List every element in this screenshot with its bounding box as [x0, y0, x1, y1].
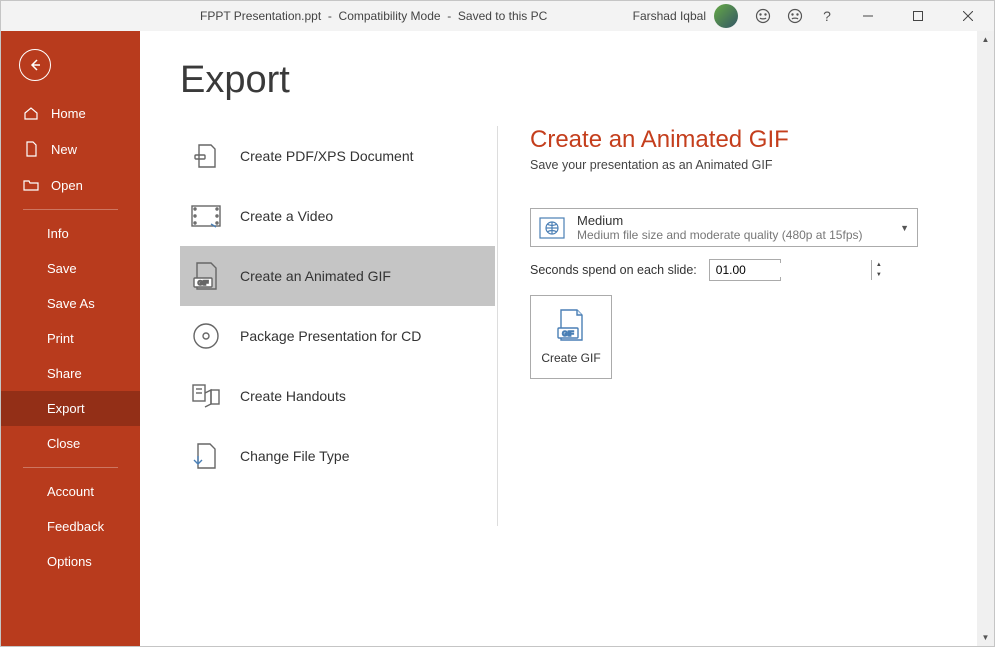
- divider: [23, 209, 118, 210]
- handouts-icon: [190, 380, 222, 412]
- sidebar-item-home[interactable]: Home: [1, 95, 140, 131]
- sidebar-item-label: Save As: [47, 296, 95, 311]
- scroll-up-button[interactable]: ▲: [977, 31, 994, 48]
- scroll-down-button[interactable]: ▼: [977, 629, 994, 646]
- sidebar-item-saveas[interactable]: Save As: [1, 286, 140, 321]
- help-icon[interactable]: ?: [814, 3, 840, 29]
- export-option-label: Package Presentation for CD: [240, 328, 421, 344]
- sidebar-item-label: Share: [47, 366, 82, 381]
- gif-icon: GIF: [190, 260, 222, 292]
- sidebar-item-label: Close: [47, 436, 80, 451]
- sidebar-item-close[interactable]: Close: [1, 426, 140, 461]
- sidebar-item-share[interactable]: Share: [1, 356, 140, 391]
- sidebar-item-label: Info: [47, 226, 69, 241]
- panel-subtitle: Save your presentation as an Animated GI…: [530, 158, 974, 172]
- backstage-sidebar: Home New Open Info Save Save As Print Sh…: [1, 31, 140, 646]
- seconds-stepper[interactable]: ▲ ▼: [709, 259, 781, 281]
- export-option-gif[interactable]: GIF Create an Animated GIF: [180, 246, 495, 306]
- export-option-filetype[interactable]: Change File Type: [180, 426, 495, 486]
- export-detail-panel: Create an Animated GIF Save your present…: [498, 126, 974, 526]
- export-option-label: Create an Animated GIF: [240, 268, 391, 284]
- export-option-pdf[interactable]: Create PDF/XPS Document: [180, 126, 495, 186]
- sidebar-item-export[interactable]: Export: [1, 391, 140, 426]
- sidebar-item-info[interactable]: Info: [1, 216, 140, 251]
- seconds-input[interactable]: [710, 263, 871, 277]
- spin-down-button[interactable]: ▼: [872, 270, 886, 280]
- spin-up-button[interactable]: ▲: [872, 260, 886, 270]
- frown-icon[interactable]: [782, 3, 808, 29]
- sidebar-item-account[interactable]: Account: [1, 474, 140, 509]
- minimize-button[interactable]: [846, 2, 890, 30]
- sidebar-item-label: Export: [47, 401, 85, 416]
- create-gif-button-label: Create GIF: [541, 351, 600, 365]
- video-icon: [190, 200, 222, 232]
- sidebar-item-label: Home: [51, 106, 86, 121]
- pdf-icon: [190, 140, 222, 172]
- quality-dropdown[interactable]: Medium Medium file size and moderate qua…: [530, 208, 918, 247]
- divider: [23, 467, 118, 468]
- sidebar-item-label: Print: [47, 331, 74, 346]
- maximize-button[interactable]: [896, 2, 940, 30]
- seconds-label: Seconds spend on each slide:: [530, 263, 697, 277]
- quality-icon: [537, 215, 567, 241]
- export-options-list: Create PDF/XPS Document Create a Video G…: [180, 126, 498, 526]
- page-title: Export: [180, 59, 974, 102]
- sidebar-item-feedback[interactable]: Feedback: [1, 509, 140, 544]
- sidebar-item-label: Account: [47, 484, 94, 499]
- svg-text:GIF: GIF: [562, 331, 574, 338]
- gif-file-icon: GIF: [557, 309, 585, 341]
- sidebar-item-options[interactable]: Options: [1, 544, 140, 579]
- sidebar-item-open[interactable]: Open: [1, 167, 140, 203]
- create-gif-button[interactable]: GIF Create GIF: [530, 295, 612, 379]
- export-option-label: Create a Video: [240, 208, 333, 224]
- svg-text:GIF: GIF: [198, 280, 209, 287]
- export-option-label: Create PDF/XPS Document: [240, 148, 414, 164]
- cd-icon: [190, 320, 222, 352]
- new-icon: [23, 141, 39, 157]
- panel-title: Create an Animated GIF: [530, 126, 974, 154]
- sidebar-item-label: Save: [47, 261, 77, 276]
- scrollbar[interactable]: ▲ ▼: [977, 31, 994, 646]
- export-option-label: Change File Type: [240, 448, 349, 464]
- export-option-handouts[interactable]: Create Handouts: [180, 366, 495, 426]
- chevron-down-icon: ▼: [900, 223, 909, 233]
- quality-name: Medium: [577, 213, 909, 228]
- close-button[interactable]: [946, 2, 990, 30]
- export-option-video[interactable]: Create a Video: [180, 186, 495, 246]
- open-icon: [23, 177, 39, 193]
- titlebar: FPPT Presentation.ppt - Compatibility Mo…: [1, 1, 994, 31]
- export-option-label: Create Handouts: [240, 388, 346, 404]
- sidebar-item-new[interactable]: New: [1, 131, 140, 167]
- sidebar-item-label: New: [51, 142, 77, 157]
- sidebar-item-save[interactable]: Save: [1, 251, 140, 286]
- filetype-icon: [190, 440, 222, 472]
- export-option-cd[interactable]: Package Presentation for CD: [180, 306, 495, 366]
- sidebar-item-label: Options: [47, 554, 92, 569]
- smile-icon[interactable]: [750, 3, 776, 29]
- user-name: Farshad Iqbal: [633, 9, 706, 23]
- sidebar-item-print[interactable]: Print: [1, 321, 140, 356]
- window-title: FPPT Presentation.ppt - Compatibility Mo…: [200, 9, 547, 23]
- sidebar-item-label: Feedback: [47, 519, 104, 534]
- home-icon: [23, 105, 39, 121]
- back-button[interactable]: [19, 49, 51, 81]
- avatar[interactable]: [714, 4, 738, 28]
- quality-description: Medium file size and moderate quality (4…: [577, 228, 909, 242]
- sidebar-item-label: Open: [51, 178, 83, 193]
